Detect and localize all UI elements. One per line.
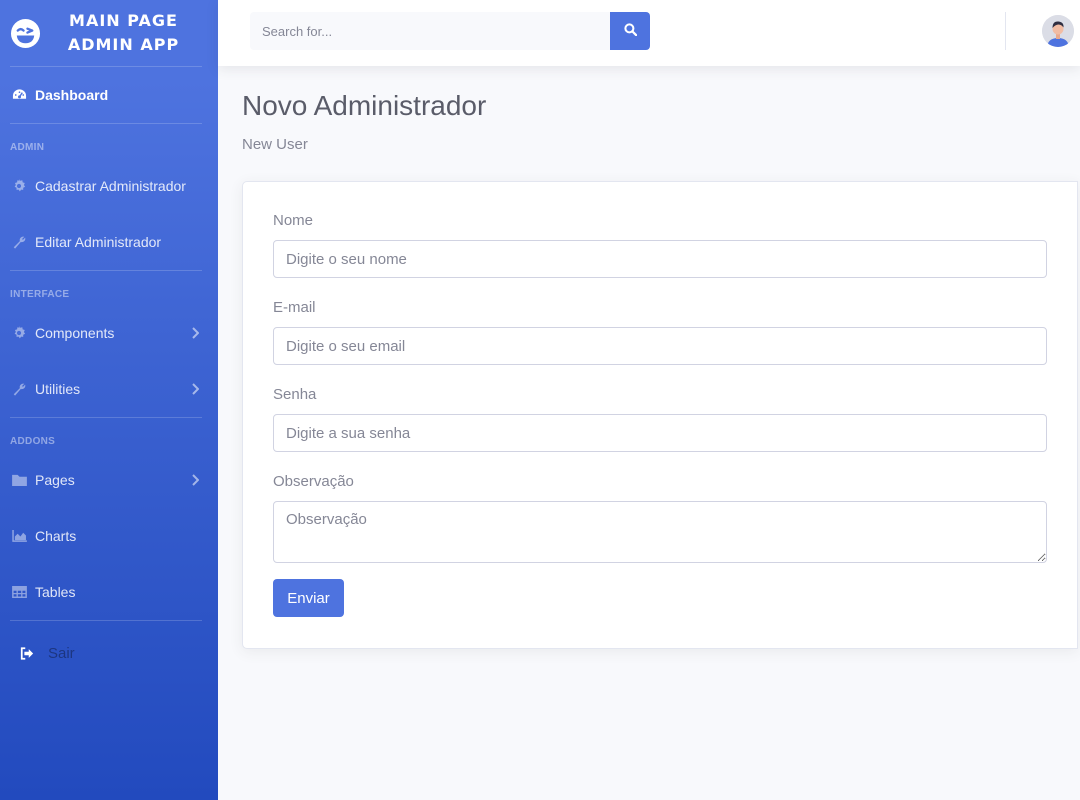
gear-icon xyxy=(11,178,27,194)
sidebar-item-editar-administrador[interactable]: Editar Administrador xyxy=(0,214,218,270)
sidebar-item-label: Cadastrar Administrador xyxy=(35,178,186,194)
password-field[interactable] xyxy=(273,414,1047,452)
notes-label: Observação xyxy=(273,473,354,490)
brand-text: MAIN PAGE ADMIN APP xyxy=(41,9,218,57)
notes-field[interactable] xyxy=(273,501,1047,563)
topbar xyxy=(218,0,1080,66)
email-label: E-mail xyxy=(273,299,316,316)
chevron-right-icon xyxy=(190,326,200,340)
new-user-form-card: Nome E-mail Senha Observação Enviar xyxy=(242,181,1078,649)
page-subtitle: New User xyxy=(242,136,308,153)
area-chart-icon xyxy=(11,528,27,544)
tachometer-icon xyxy=(11,87,27,103)
folder-icon xyxy=(11,472,27,488)
name-field[interactable] xyxy=(273,240,1047,278)
brand-line-2: ADMIN APP xyxy=(67,35,180,54)
sidebar-item-tables[interactable]: Tables xyxy=(0,564,218,620)
table-icon xyxy=(11,584,27,600)
sidebar-heading: ADDONS xyxy=(10,436,56,447)
sidebar-item-charts[interactable]: Charts xyxy=(0,508,218,564)
sidebar-item-pages[interactable]: Pages xyxy=(0,452,218,508)
name-label: Nome xyxy=(273,212,314,229)
sidebar-heading: ADMIN xyxy=(10,142,45,153)
sidebar-item-label: Dashboard xyxy=(35,87,109,103)
password-label: Senha xyxy=(273,386,317,403)
sidebar-item-label: Charts xyxy=(35,528,77,544)
submit-button[interactable]: Enviar xyxy=(273,579,344,617)
search-bar xyxy=(250,12,650,50)
sidebar-item-utilities[interactable]: Utilities xyxy=(0,361,218,417)
gear-icon xyxy=(11,325,27,341)
search-input[interactable] xyxy=(250,12,610,50)
sidebar-item-label: Utilities xyxy=(35,381,81,397)
sidebar-item-label: Tables xyxy=(35,584,76,600)
search-icon xyxy=(623,23,637,39)
laugh-wink-icon xyxy=(10,18,41,49)
chevron-right-icon xyxy=(190,382,200,396)
sidebar-item-label: Pages xyxy=(35,472,75,488)
search-button[interactable] xyxy=(610,12,650,50)
sign-out-icon xyxy=(20,647,34,661)
main-content: Novo Administrador New User Nome E-mail … xyxy=(242,66,1080,649)
page-title: Novo Administrador xyxy=(242,90,487,121)
wrench-icon xyxy=(11,381,27,397)
brand[interactable]: MAIN PAGE ADMIN APP xyxy=(0,0,218,66)
sidebar: MAIN PAGE ADMIN APP Dashboard ADMIN Cada… xyxy=(0,0,218,800)
email-field[interactable] xyxy=(273,327,1047,365)
sidebar-heading: INTERFACE xyxy=(10,289,70,300)
chevron-right-icon xyxy=(190,473,200,487)
sidebar-item-label: Components xyxy=(35,325,115,341)
wrench-icon xyxy=(11,234,27,250)
sidebar-item-dashboard[interactable]: Dashboard xyxy=(0,67,218,123)
topbar-divider xyxy=(1005,12,1006,50)
brand-line-1: MAIN PAGE xyxy=(69,11,178,30)
sidebar-item-cadastrar-administrador[interactable]: Cadastrar Administrador xyxy=(0,158,218,214)
logout-label: Sair xyxy=(48,645,75,662)
logout-button[interactable]: Sair xyxy=(0,621,218,662)
sidebar-item-label: Editar Administrador xyxy=(35,234,162,250)
sidebar-item-components[interactable]: Components xyxy=(0,305,218,361)
avatar[interactable] xyxy=(1042,15,1074,47)
